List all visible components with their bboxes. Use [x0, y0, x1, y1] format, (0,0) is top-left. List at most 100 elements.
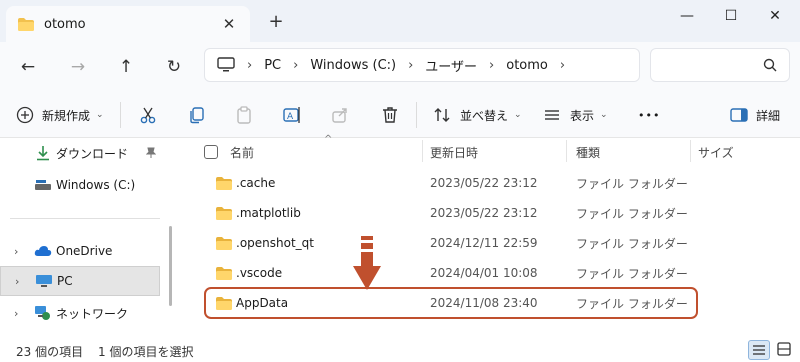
breadcrumb-drive[interactable]: Windows (C:)	[310, 58, 396, 73]
sidebar-item-label: ネットワーク	[56, 306, 129, 321]
column-header-size[interactable]: サイズ	[698, 138, 734, 166]
command-bar: 新規作成 ⌄ A 並べ替え ⌄ 表示 ⌄ ••• 詳細	[0, 92, 800, 138]
folder-icon	[216, 237, 232, 250]
address-bar[interactable]: › PC › Windows (C:) › ユーザー › otomo ›	[204, 48, 640, 82]
details-pane-icon	[730, 108, 748, 122]
column-divider[interactable]	[566, 140, 567, 162]
breadcrumb-users[interactable]: ユーザー	[425, 56, 477, 75]
sidebar-item-network[interactable]: › ネットワーク	[0, 298, 160, 328]
new-tab-button[interactable]: +	[266, 12, 286, 32]
chevron-right-icon[interactable]: ›	[15, 275, 19, 288]
sidebar-divider	[10, 218, 160, 219]
highlight-annotation	[204, 287, 698, 319]
computer-icon	[217, 57, 235, 72]
table-row[interactable]: .matplotlib 2023/05/22 23:12 ファイル フォルダー	[202, 198, 708, 228]
file-type: ファイル フォルダー	[576, 236, 688, 251]
computer-icon	[36, 275, 52, 287]
column-divider[interactable]	[690, 140, 691, 162]
list-view-icon	[545, 110, 559, 120]
sidebar-item-label: ダウンロード	[56, 146, 129, 161]
chevron-right-icon[interactable]: ›	[14, 245, 18, 258]
sidebar-item-label: Windows (C:)	[56, 178, 136, 192]
file-date: 2023/05/22 23:12	[430, 206, 538, 220]
table-row[interactable]: .openshot_qt 2024/12/11 22:59 ファイル フォルダー	[202, 228, 708, 258]
title-bar: otomo ✕ + — ☐ ✕	[0, 0, 800, 42]
search-icon	[763, 58, 777, 72]
column-header-date[interactable]: 更新日時	[430, 138, 478, 166]
file-name: .vscode	[236, 266, 283, 280]
column-date-label: 更新日時	[430, 145, 479, 160]
delete-button[interactable]	[380, 104, 400, 126]
forward-button[interactable]: →	[66, 56, 90, 78]
breadcrumb-separator: ›	[247, 57, 253, 73]
drive-icon	[35, 180, 51, 190]
paste-button[interactable]	[234, 104, 254, 126]
sidebar-scrollbar[interactable]	[169, 226, 172, 306]
maximize-button[interactable]: ☐	[708, 4, 754, 28]
search-input[interactable]	[650, 48, 790, 82]
column-header-name[interactable]: 名前	[204, 138, 254, 166]
view-button[interactable]: 表示 ⌄	[542, 104, 608, 126]
tab-close-icon[interactable]: ✕	[220, 15, 238, 33]
share-button[interactable]	[330, 104, 350, 126]
column-name-label: 名前	[230, 145, 255, 160]
clipboard-icon	[237, 106, 251, 124]
tab-otomo[interactable]: otomo ✕	[6, 6, 250, 42]
details-button-label: 詳細	[756, 108, 781, 123]
close-window-button[interactable]: ✕	[752, 4, 798, 28]
cut-button[interactable]	[138, 104, 158, 126]
table-row[interactable]: .vscode 2024/04/01 10:08 ファイル フォルダー	[202, 258, 708, 288]
down-arrow-annotation	[353, 236, 381, 290]
navigation-pane: ダウンロード Windows (C:) › OneDrive › PC › ネッ…	[0, 138, 176, 340]
file-date: 2024/12/11 22:59	[430, 236, 538, 250]
new-button[interactable]: 新規作成 ⌄	[16, 104, 104, 126]
download-icon	[37, 146, 49, 161]
more-options-button[interactable]: •••	[638, 104, 660, 126]
up-button[interactable]: ↑	[114, 56, 138, 78]
chevron-down-icon: ⌄	[600, 110, 608, 120]
copy-button[interactable]	[186, 104, 206, 126]
new-button-label: 新規作成	[42, 108, 91, 123]
toolbar-divider	[120, 102, 121, 128]
minimize-button[interactable]: —	[664, 4, 710, 28]
chevron-right-icon[interactable]: ›	[14, 307, 18, 320]
tiles-view-button[interactable]	[774, 340, 796, 360]
column-size-label: サイズ	[698, 145, 734, 160]
rename-button[interactable]: A	[282, 104, 302, 126]
breadcrumb-separator: ›	[489, 57, 495, 73]
column-divider[interactable]	[422, 140, 423, 162]
sidebar-item-downloads[interactable]: ダウンロード	[0, 138, 160, 168]
scissors-icon	[140, 107, 156, 124]
svg-text:A: A	[287, 112, 294, 122]
breadcrumb-otomo[interactable]: otomo	[506, 58, 548, 73]
breadcrumb-separator: ›	[559, 57, 566, 73]
chevron-down-icon: ⌄	[96, 110, 104, 120]
copy-icon	[190, 107, 204, 124]
details-view-button[interactable]	[748, 340, 770, 360]
sort-ascending-icon: ^	[324, 134, 333, 145]
sort-button[interactable]: 並べ替え ⌄	[432, 104, 522, 126]
tiles-view-icon	[777, 342, 791, 356]
breadcrumb-pc[interactable]: PC	[264, 58, 281, 73]
select-all-checkbox[interactable]	[204, 145, 218, 159]
file-date: 2023/05/22 23:12	[430, 176, 538, 190]
table-row[interactable]: .cache 2023/05/22 23:12 ファイル フォルダー	[202, 168, 708, 198]
sidebar-item-pc[interactable]: › PC	[0, 266, 160, 296]
file-date: 2024/04/01 10:08	[430, 266, 538, 280]
details-pane-button[interactable]: 詳細	[730, 104, 780, 126]
chevron-down-icon: ⌄	[514, 110, 522, 120]
folder-icon	[216, 177, 232, 190]
folder-icon	[216, 207, 232, 220]
share-icon	[332, 108, 347, 123]
sort-icon	[434, 108, 450, 122]
details-view-icon	[753, 345, 765, 355]
status-bar: 23 個の項目 1 個の項目を選択	[0, 340, 800, 362]
sidebar-item-onedrive[interactable]: › OneDrive	[0, 236, 160, 266]
pin-icon[interactable]	[146, 147, 156, 159]
refresh-button[interactable]: ↻	[162, 56, 186, 78]
back-button[interactable]: ←	[16, 56, 40, 78]
column-header-type[interactable]: 種類	[576, 138, 600, 166]
folder-icon	[18, 17, 34, 31]
sidebar-item-windows-c[interactable]: Windows (C:)	[0, 170, 160, 200]
file-type: ファイル フォルダー	[576, 266, 688, 281]
